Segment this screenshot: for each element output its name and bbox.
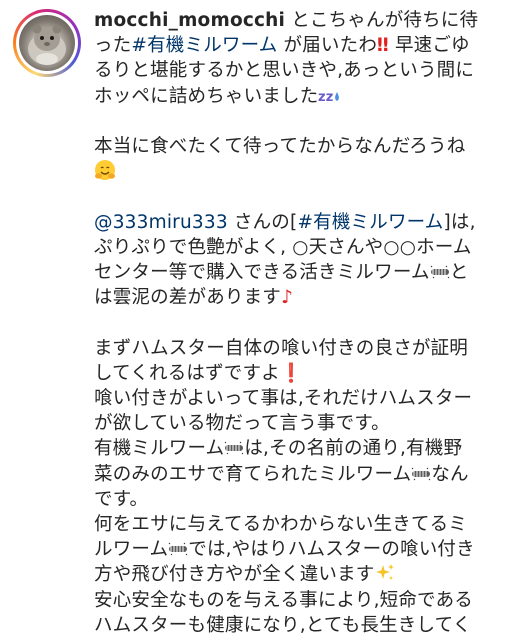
hashtag-link-2[interactable]: #有機ミルワーム bbox=[297, 212, 443, 233]
caption-paragraph-4: まずハムスター自体の喰い付きの良さが証明してくれるはずですよ❗ bbox=[94, 336, 479, 386]
para4-text-c1: 有機ミルワーム bbox=[94, 438, 225, 460]
instagram-caption-screen: mocchi_momocchi とこちゃんが待ちに待った#有機ミルワーム が届い… bbox=[0, 0, 520, 640]
post-caption: mocchi_momocchi とこちゃんが待ちに待った#有機ミルワーム が届い… bbox=[94, 8, 479, 640]
para3-text-a: さんの[ bbox=[227, 211, 298, 233]
exclamation-icon: ❗ bbox=[279, 362, 304, 384]
intro-text-2: が届いたわ bbox=[277, 35, 378, 57]
hamster-avatar-icon bbox=[19, 15, 75, 71]
double-exclamation-icon: ‼ bbox=[377, 35, 389, 57]
para4-text-b: 喰い付きがよいって事は,それだけハムスターが欲している物だって言う事です。 bbox=[94, 388, 473, 435]
avatar-ring-gap bbox=[16, 12, 78, 74]
svg-text:zz: zz bbox=[318, 90, 334, 105]
caption-line: 安心安全なものを与える事により,短命であるハムスターも健康になり,とても長生きし… bbox=[94, 588, 479, 640]
caption-paragraph-intro: mocchi_momocchi とこちゃんが待ちに待った#有機ミルワーム が届い… bbox=[94, 8, 479, 109]
para2-text: 本当に食べたくて待ってたからなんだろうね bbox=[94, 136, 466, 157]
username-link[interactable]: mocchi_momocchi bbox=[94, 10, 285, 31]
sleeping-icon: zz bbox=[318, 90, 340, 105]
caption-paragraph-3: @333miru333 さんの[#有機ミルワーム]は,ぷりぷりで色艶がよく, ○… bbox=[94, 210, 479, 311]
hashtag-link[interactable]: #有機ミルワーム bbox=[131, 35, 277, 56]
avatar[interactable] bbox=[13, 9, 81, 77]
caption-line: 有機ミルワーム は,その名前の通り,有機野菜のみのエサで育てられたミルワーム なんで… bbox=[94, 436, 479, 512]
musical-note-icon: ♪ bbox=[281, 287, 294, 309]
worm-icon bbox=[430, 265, 450, 279]
para4-text-e: 安心安全なものを与える事により,短命であるハムスターも健康になり,とても長生きし… bbox=[94, 589, 473, 636]
caption-line: 何をエサに与えてるかわからない生きてるミルワーム では,やはりハムスターの喰い付き… bbox=[94, 512, 479, 588]
mention-link[interactable]: @333miru333 bbox=[94, 212, 228, 233]
worm-icon bbox=[225, 442, 244, 455]
worm-icon bbox=[168, 542, 188, 556]
caption-paragraph-2: 本当に食べたくて待ってたからなんだろうね bbox=[94, 134, 479, 184]
hugging-face-icon bbox=[95, 160, 115, 181]
worm-icon bbox=[412, 467, 431, 480]
caption-line: 喰い付きがよいって事は,それだけハムスターが欲している物だって言う事です。 bbox=[94, 386, 479, 436]
sparkles-icon bbox=[375, 564, 394, 581]
